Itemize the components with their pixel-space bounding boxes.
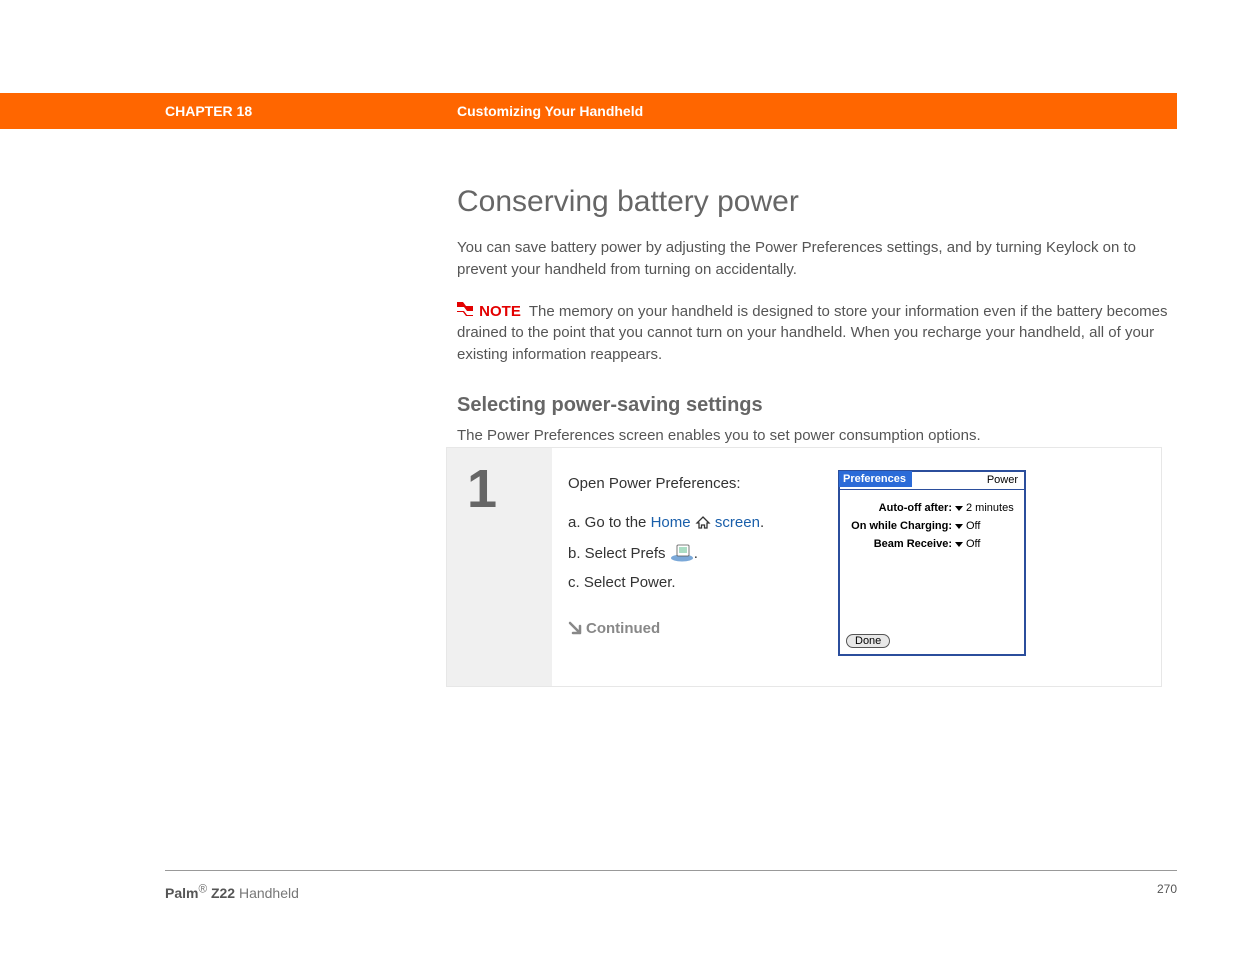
dropdown-arrow-icon xyxy=(955,542,963,547)
palm-header: Preferences Power xyxy=(840,472,1024,490)
step-number-column: 1 xyxy=(447,448,552,686)
brand-bold: Palm xyxy=(165,885,198,901)
chapter-header-bar: CHAPTER 18 Customizing Your Handheld xyxy=(0,93,1177,129)
home-link[interactable]: Home screen xyxy=(651,514,760,531)
continued-arrow-icon xyxy=(568,617,582,646)
footer-rule xyxy=(165,870,1177,871)
step-a: a. Go to the Home screen. xyxy=(568,509,828,541)
palm-value-beam-text: Off xyxy=(966,538,980,550)
step-box: 1 Open Power Preferences: a. Go to the H… xyxy=(446,447,1162,687)
palm-label-autooff: Auto-off after: xyxy=(846,502,954,514)
palm-row-autooff: Auto-off after: 2 minutes xyxy=(846,502,1018,514)
chapter-label: CHAPTER 18 xyxy=(165,103,252,119)
home-link-text: Home xyxy=(651,514,691,531)
palm-label-charging: On while Charging: xyxy=(846,520,954,532)
home-icon xyxy=(695,512,711,541)
main-content: Conserving battery power You can save ba… xyxy=(457,185,1177,466)
section-intro: The Power Preferences screen enables you… xyxy=(457,427,1177,444)
model-bold: Z22 xyxy=(207,885,235,901)
prefs-icon xyxy=(670,544,694,562)
note-icon xyxy=(457,301,473,323)
dropdown-arrow-icon xyxy=(955,506,963,511)
product-name: Palm® Z22 Handheld xyxy=(165,885,299,901)
step-b: b. Select Prefs . xyxy=(568,540,828,569)
dropdown-arrow-icon xyxy=(955,524,963,529)
palm-value-autooff[interactable]: 2 minutes xyxy=(954,502,1014,514)
palm-value-charging-text: Off xyxy=(966,520,980,532)
palm-value-charging[interactable]: Off xyxy=(954,520,980,532)
step-b-prefix: b. Select Prefs xyxy=(568,545,670,562)
palm-category[interactable]: Power xyxy=(987,474,1018,486)
note-text: The memory on your handheld is designed … xyxy=(457,303,1168,364)
done-button[interactable]: Done xyxy=(846,634,890,648)
note-block: NOTEThe memory on your handheld is desig… xyxy=(457,301,1177,366)
step-b-period: . xyxy=(694,545,698,562)
palm-label-beam: Beam Receive: xyxy=(846,538,954,550)
continued-label: Continued xyxy=(586,620,660,637)
section-heading: Selecting power-saving settings xyxy=(457,394,1177,417)
footer: Palm® Z22 Handheld 270 xyxy=(165,882,1177,901)
step-a-prefix: a. Go to the xyxy=(568,514,651,531)
step-content: Open Power Preferences: a. Go to the Hom… xyxy=(552,448,1161,686)
product-suffix: Handheld xyxy=(235,885,299,901)
page-number: 270 xyxy=(1157,882,1177,896)
step-lead: Open Power Preferences: xyxy=(568,470,828,499)
step-a-suffix: screen xyxy=(711,514,760,531)
step-a-period: . xyxy=(760,514,764,531)
brand-reg: ® xyxy=(198,882,207,895)
palm-row-charging: On while Charging: Off xyxy=(846,520,1018,532)
palm-value-autooff-text: 2 minutes xyxy=(966,502,1014,514)
palm-preferences-screenshot: Preferences Power Auto-off after: 2 minu… xyxy=(838,470,1026,656)
continued-indicator: Continued xyxy=(568,615,828,646)
intro-paragraph: You can save battery power by adjusting … xyxy=(457,237,1177,281)
palm-header-tab[interactable]: Preferences xyxy=(839,471,912,487)
page-heading: Conserving battery power xyxy=(457,185,1177,219)
palm-row-beam: Beam Receive: Off xyxy=(846,538,1018,550)
step-number: 1 xyxy=(467,458,552,520)
chapter-title: Customizing Your Handheld xyxy=(457,103,643,119)
palm-body: Auto-off after: 2 minutes On while Charg… xyxy=(840,490,1024,560)
step-c: c. Select Power. xyxy=(568,569,828,598)
palm-value-beam[interactable]: Off xyxy=(954,538,980,550)
instructions: Open Power Preferences: a. Go to the Hom… xyxy=(568,470,828,666)
note-label: NOTE xyxy=(479,303,521,320)
